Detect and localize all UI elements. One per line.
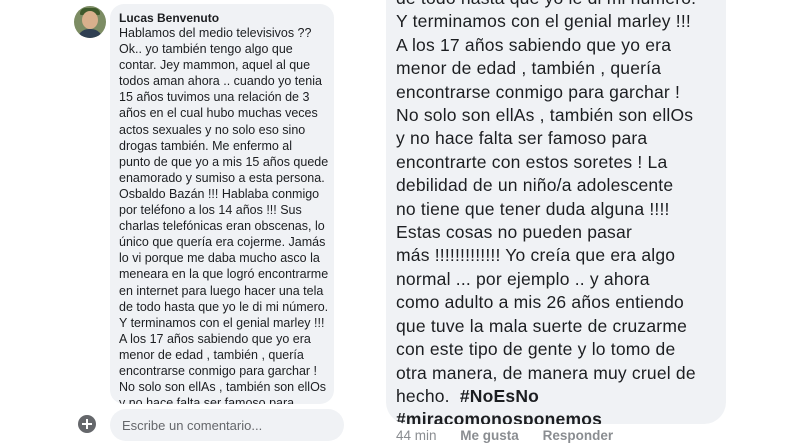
- comment-line: drogas también. Me enfermo al: [119, 138, 293, 153]
- plus-icon[interactable]: [78, 415, 96, 433]
- comment-line: Y terminamos con el genial marley !!!: [396, 11, 691, 32]
- comment-text-zoomed: de todo hasta que yo le di mi número. Y …: [396, 0, 696, 424]
- comment-line: actos sexuales y no solo eso sino: [119, 122, 306, 137]
- comment-bubble-zoomed: de todo hasta que yo le di mi número. Y …: [386, 0, 726, 424]
- comment-line: Ok.. yo también tengo algo que: [119, 42, 293, 57]
- comment-line: encontrarse conmigo para garchar !: [119, 363, 318, 378]
- comment-line: que tuve la mala suerte de cruzarme: [396, 315, 688, 336]
- comment-line: por teléfono a los 14 años !!! Sus: [119, 203, 302, 218]
- comment-line: en internet para luego hacer una tela: [119, 283, 324, 298]
- comment-line: A los 17 años sabiendo que yo era: [396, 34, 672, 55]
- right-screenshot-panel: de todo hasta que yo le di mi número. Y …: [382, 0, 734, 444]
- comment-line: y no hace falta ser famoso para: [119, 396, 295, 404]
- comment-line: meneara en la que logró encontrarme: [119, 267, 329, 282]
- comment-bubble: Lucas Benvenuto Hablamos del medio telev…: [110, 4, 334, 404]
- reply-button[interactable]: Responder: [543, 428, 614, 443]
- comment-line: Y terminamos con el genial marley !!!: [119, 315, 325, 330]
- comment-line: No solo son ellAs , también son ellOs: [119, 380, 327, 395]
- comment-line: con este tipo de gente y lo tomo de: [396, 339, 676, 360]
- hashtag-link[interactable]: #NoEsNo: [460, 386, 539, 406]
- avatar-shirt-shape: [77, 29, 103, 38]
- left-screenshot-panel: Lucas Benvenuto Hablamos del medio telev…: [60, 0, 350, 444]
- comment-line: enamorado y sumiso a esta persona.: [119, 170, 325, 185]
- comment-line: lo vi porque me daba mucho asco la: [119, 251, 320, 266]
- comment-line: y no hace falta ser famoso para: [396, 128, 648, 149]
- comment-line: contar. Jey mammon, aquel al que: [119, 58, 311, 73]
- hashtag-link[interactable]: #miracomonosponemos: [396, 408, 696, 424]
- comment-line: Estas cosas no pueden pasar: [396, 222, 632, 243]
- comment-line: A los 17 años sabiendo que yo era: [119, 331, 311, 346]
- comment-line-end: hecho.: [396, 385, 450, 406]
- avatar-face-shape: [82, 11, 98, 29]
- comment-line: de todo hasta que yo le di mi número.: [119, 299, 329, 314]
- comment-timestamp[interactable]: 44 min: [396, 428, 437, 443]
- comment-composer: [60, 406, 350, 444]
- comment-line: charlas telefónicas eran obscenas, lo: [119, 219, 325, 234]
- comment-line: debilidad de un niño/a adolescente: [396, 175, 674, 196]
- comment-line: encontrarte con estos soretes ! La: [396, 151, 668, 172]
- comment-actions: 44 min Me gusta Responder: [396, 428, 633, 443]
- comment-line: de todo hasta que yo le di mi número.: [396, 0, 696, 10]
- comment-text: Hablamos del medio televisivos ?? Ok.. y…: [119, 25, 331, 404]
- comment-line: normal ... por ejemplo .. y ahora: [396, 268, 650, 289]
- comment-line: Hablamos del medio televisivos ??: [119, 26, 312, 40]
- comment-line: Osbaldo Bazán !!! Hablaba conmigo: [119, 186, 320, 201]
- comment-author-name[interactable]: Lucas Benvenuto: [119, 11, 219, 25]
- comment-line: menor de edad , también , quería: [119, 347, 304, 362]
- avatar[interactable]: [74, 6, 106, 38]
- comment-line: más !!!!!!!!!!!!! Yo creía que era algo: [396, 245, 676, 266]
- comment-line: años en el cual hubo muchas veces: [119, 106, 318, 121]
- comment-line: menor de edad , también , quería: [396, 58, 662, 79]
- comment-line: todos aman ahora .. cuando yo tenia: [119, 74, 322, 89]
- comment-line: punto de que yo a mis 15 años quede: [119, 154, 329, 169]
- comment-line: otra manera, de manera muy cruel de: [396, 362, 696, 383]
- comment-line: no tiene que tener duda alguna !!!!: [396, 198, 670, 219]
- comment-line: único que quería era cojerme. Jamás: [119, 235, 326, 250]
- comment-line: No solo son ellAs , también son ellOs: [396, 105, 694, 126]
- comment-line: 15 años tuvimos una relación de 3: [119, 90, 310, 105]
- comment-line: como adulto a mis 26 años entiendo: [396, 292, 684, 313]
- like-button[interactable]: Me gusta: [460, 428, 519, 443]
- comment-line-with-hashtag: hecho. #NoEsNo: [396, 385, 696, 408]
- comment-input[interactable]: [110, 409, 344, 441]
- comment-line: encontrarse conmigo para garchar !: [396, 81, 681, 102]
